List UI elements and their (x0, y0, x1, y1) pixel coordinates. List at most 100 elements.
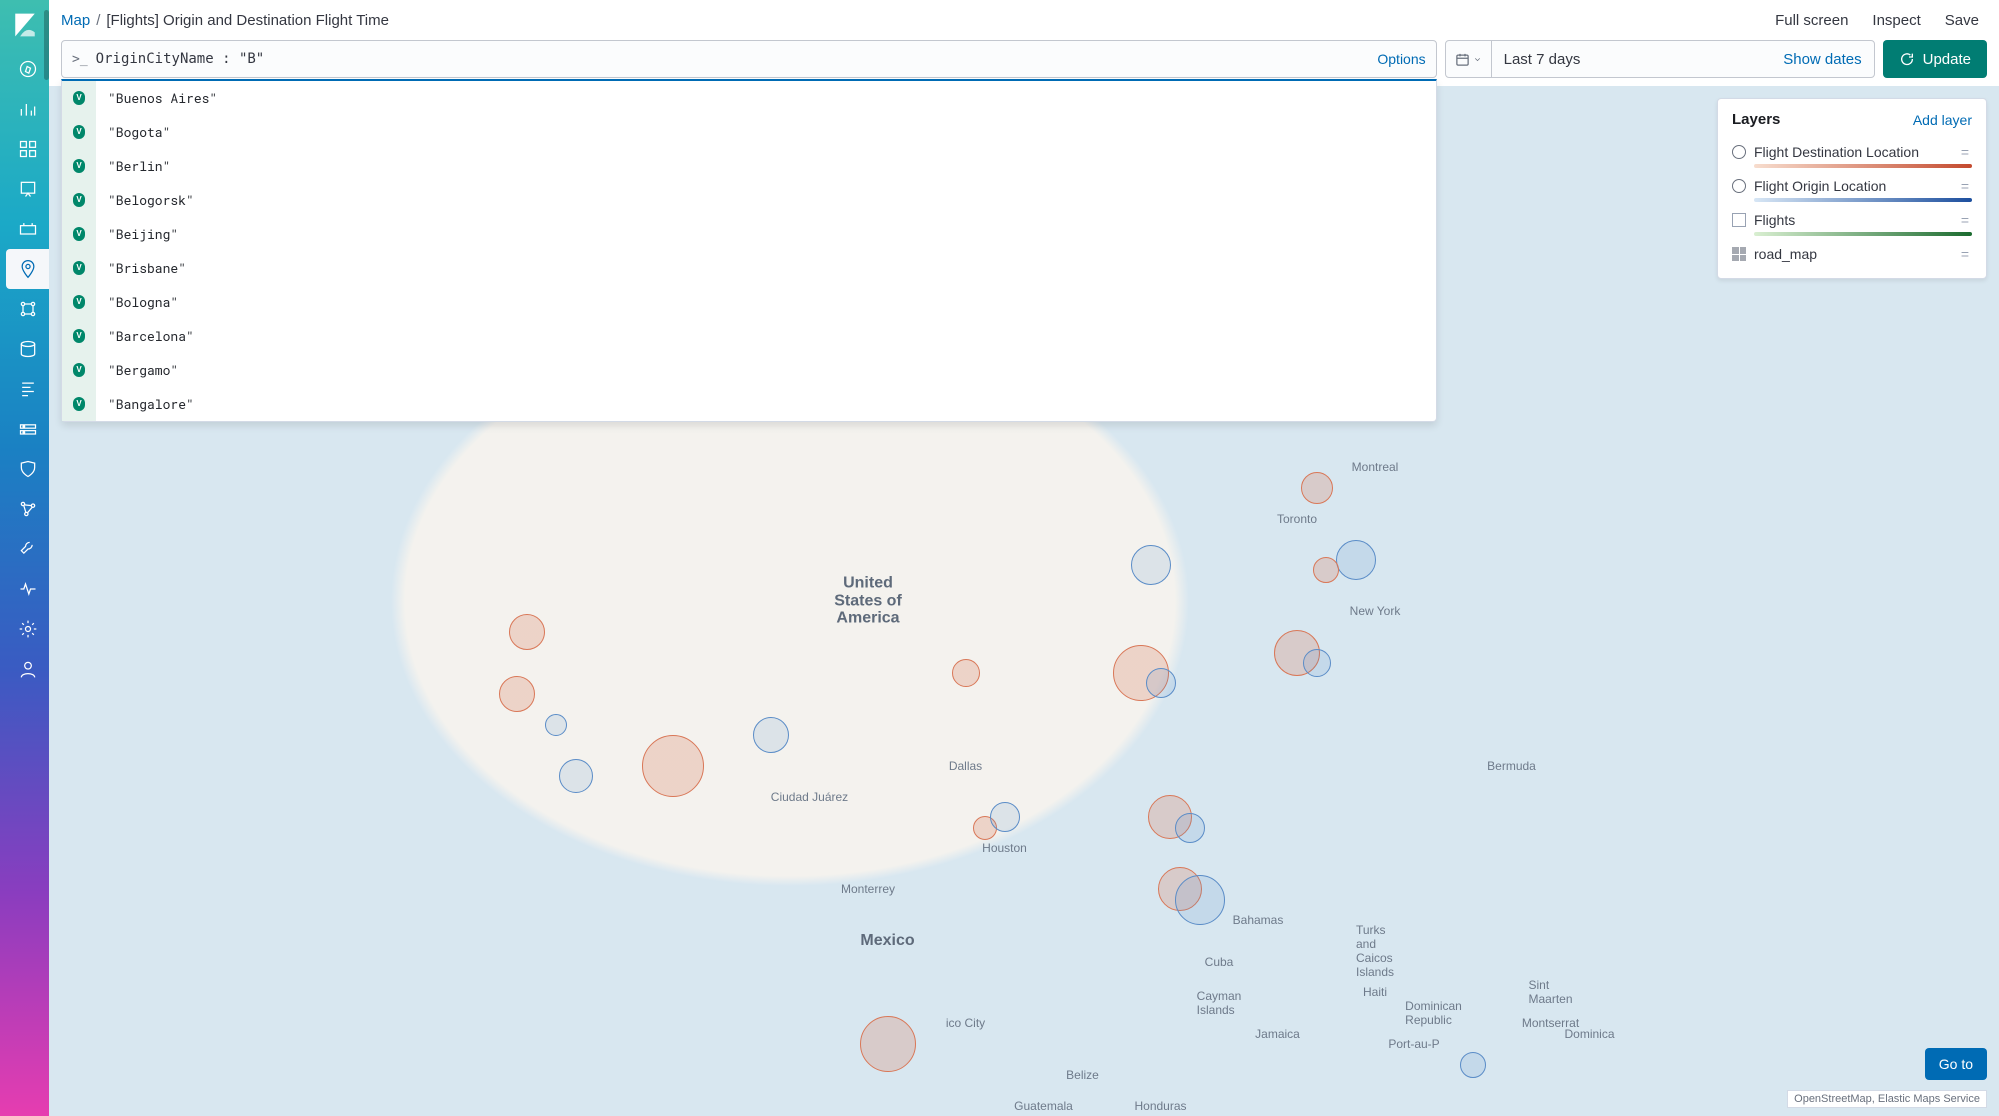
update-button-label: Update (1923, 51, 1971, 68)
nav-dashboard[interactable] (6, 129, 49, 169)
query-bar: >_ Options V"Buenos Aires"V"Bogota"V"Ber… (49, 40, 1999, 86)
time-range-label[interactable]: Last 7 days (1492, 41, 1772, 77)
layer-row[interactable]: Flights = (1732, 206, 1972, 234)
nav-discover[interactable] (6, 49, 49, 89)
origin-bubble[interactable] (753, 717, 789, 753)
origin-bubble[interactable] (1131, 545, 1171, 585)
add-layer-link[interactable]: Add layer (1913, 112, 1972, 128)
nav-maps[interactable] (6, 249, 49, 289)
top-bar: Map / [Flights] Origin and Destination F… (49, 0, 1999, 40)
suggestion-text: "Buenos Aires" (96, 89, 217, 107)
circle-icon (1732, 145, 1746, 159)
breadcrumb-root[interactable]: Map (61, 12, 90, 29)
nav-canvas[interactable] (6, 169, 49, 209)
suggestion-item[interactable]: V"Belogorsk" (62, 183, 1436, 217)
nav-infrastructure[interactable] (6, 289, 49, 329)
refresh-icon (1899, 51, 1915, 67)
nav-management[interactable] (6, 609, 49, 649)
layer-gradient (1754, 164, 1972, 168)
nav-dev-tools[interactable] (6, 529, 49, 569)
console-icon: >_ (72, 52, 88, 67)
layer-label: Flight Destination Location (1754, 144, 1950, 160)
nav-user[interactable] (6, 649, 49, 689)
value-badge-icon: V (62, 217, 96, 251)
origin-bubble[interactable] (1303, 649, 1331, 677)
suggestion-text: "Barcelona" (96, 327, 194, 345)
suggestion-item[interactable]: V"Bergamo" (62, 353, 1436, 387)
query-input[interactable] (96, 51, 1378, 67)
value-badge-icon: V (62, 353, 96, 387)
query-options-link[interactable]: Options (1377, 51, 1425, 67)
layer-row[interactable]: road_map = (1732, 240, 1972, 268)
suggestion-item[interactable]: V"Bogota" (62, 115, 1436, 149)
nav-siem[interactable] (6, 449, 49, 489)
nav-apm[interactable] (6, 369, 49, 409)
dest-bubble[interactable] (1313, 557, 1339, 583)
dest-bubble[interactable] (860, 1016, 916, 1072)
value-badge-icon: V (62, 149, 96, 183)
origin-bubble[interactable] (1175, 813, 1205, 843)
square-icon (1732, 213, 1746, 227)
drag-handle-icon[interactable]: = (1958, 144, 1972, 160)
layer-gradient (1754, 198, 1972, 202)
drag-handle-icon[interactable]: = (1958, 178, 1972, 194)
breadcrumb-separator: / (96, 12, 100, 29)
layer-row[interactable]: Flight Origin Location = (1732, 172, 1972, 200)
suggestion-text: "Berlin" (96, 157, 170, 175)
suggestion-item[interactable]: V"Bologna" (62, 285, 1436, 319)
nav-ml[interactable] (6, 209, 49, 249)
time-picker-toggle[interactable] (1446, 41, 1492, 77)
grid-icon (1732, 247, 1746, 261)
dest-bubble[interactable] (509, 614, 545, 650)
origin-bubble[interactable] (1175, 875, 1225, 925)
value-badge-icon: V (62, 285, 96, 319)
origin-bubble[interactable] (1336, 540, 1376, 580)
nav-graph[interactable] (6, 489, 49, 529)
suggestion-item[interactable]: V"Barcelona" (62, 319, 1436, 353)
value-badge-icon: V (62, 183, 96, 217)
time-picker: Last 7 days Show dates (1445, 40, 1875, 78)
dest-bubble[interactable] (499, 676, 535, 712)
origin-bubble[interactable] (1460, 1052, 1486, 1078)
origin-bubble[interactable] (559, 759, 593, 793)
nav-logs[interactable] (6, 329, 49, 369)
origin-bubble[interactable] (545, 714, 567, 736)
go-to-button[interactable]: Go to (1925, 1048, 1987, 1080)
breadcrumb-current: [Flights] Origin and Destination Flight … (106, 12, 389, 29)
drag-handle-icon[interactable]: = (1958, 246, 1972, 262)
show-dates-link[interactable]: Show dates (1771, 41, 1873, 77)
layer-gradient (1754, 232, 1972, 236)
dest-bubble[interactable] (642, 735, 704, 797)
dest-bubble[interactable] (952, 659, 980, 687)
value-badge-icon: V (62, 319, 96, 353)
suggestion-text: "Brisbane" (96, 259, 186, 277)
origin-bubble[interactable] (990, 802, 1020, 832)
origin-bubble[interactable] (1146, 668, 1176, 698)
suggestion-item[interactable]: V"Buenos Aires" (62, 81, 1436, 115)
suggestion-text: "Belogorsk" (96, 191, 194, 209)
full-screen-button[interactable]: Full screen (1767, 8, 1856, 33)
layer-row[interactable]: Flight Destination Location = (1732, 138, 1972, 166)
suggestion-item[interactable]: V"Beijing" (62, 217, 1436, 251)
layers-panel: Layers Add layer Flight Destination Loca… (1717, 98, 1987, 279)
drag-handle-icon[interactable]: = (1958, 212, 1972, 228)
value-badge-icon: V (62, 251, 96, 285)
dest-bubble[interactable] (1301, 472, 1333, 504)
inspect-button[interactable]: Inspect (1864, 8, 1928, 33)
value-badge-icon: V (62, 115, 96, 149)
suggestion-item[interactable]: V"Bangalore" (62, 387, 1436, 421)
save-button[interactable]: Save (1937, 8, 1987, 33)
query-input-container: >_ Options (61, 40, 1437, 78)
side-nav (0, 0, 49, 1116)
nav-visualize[interactable] (6, 89, 49, 129)
nav-monitoring[interactable] (6, 569, 49, 609)
layer-label: Flights (1754, 212, 1950, 228)
kibana-logo[interactable] (0, 0, 49, 49)
suggestion-item[interactable]: V"Berlin" (62, 149, 1436, 183)
suggestion-text: "Bologna" (96, 293, 178, 311)
circle-icon (1732, 179, 1746, 193)
nav-uptime[interactable] (6, 409, 49, 449)
layer-label: road_map (1754, 246, 1950, 262)
update-button[interactable]: Update (1883, 40, 1987, 78)
suggestion-item[interactable]: V"Brisbane" (62, 251, 1436, 285)
